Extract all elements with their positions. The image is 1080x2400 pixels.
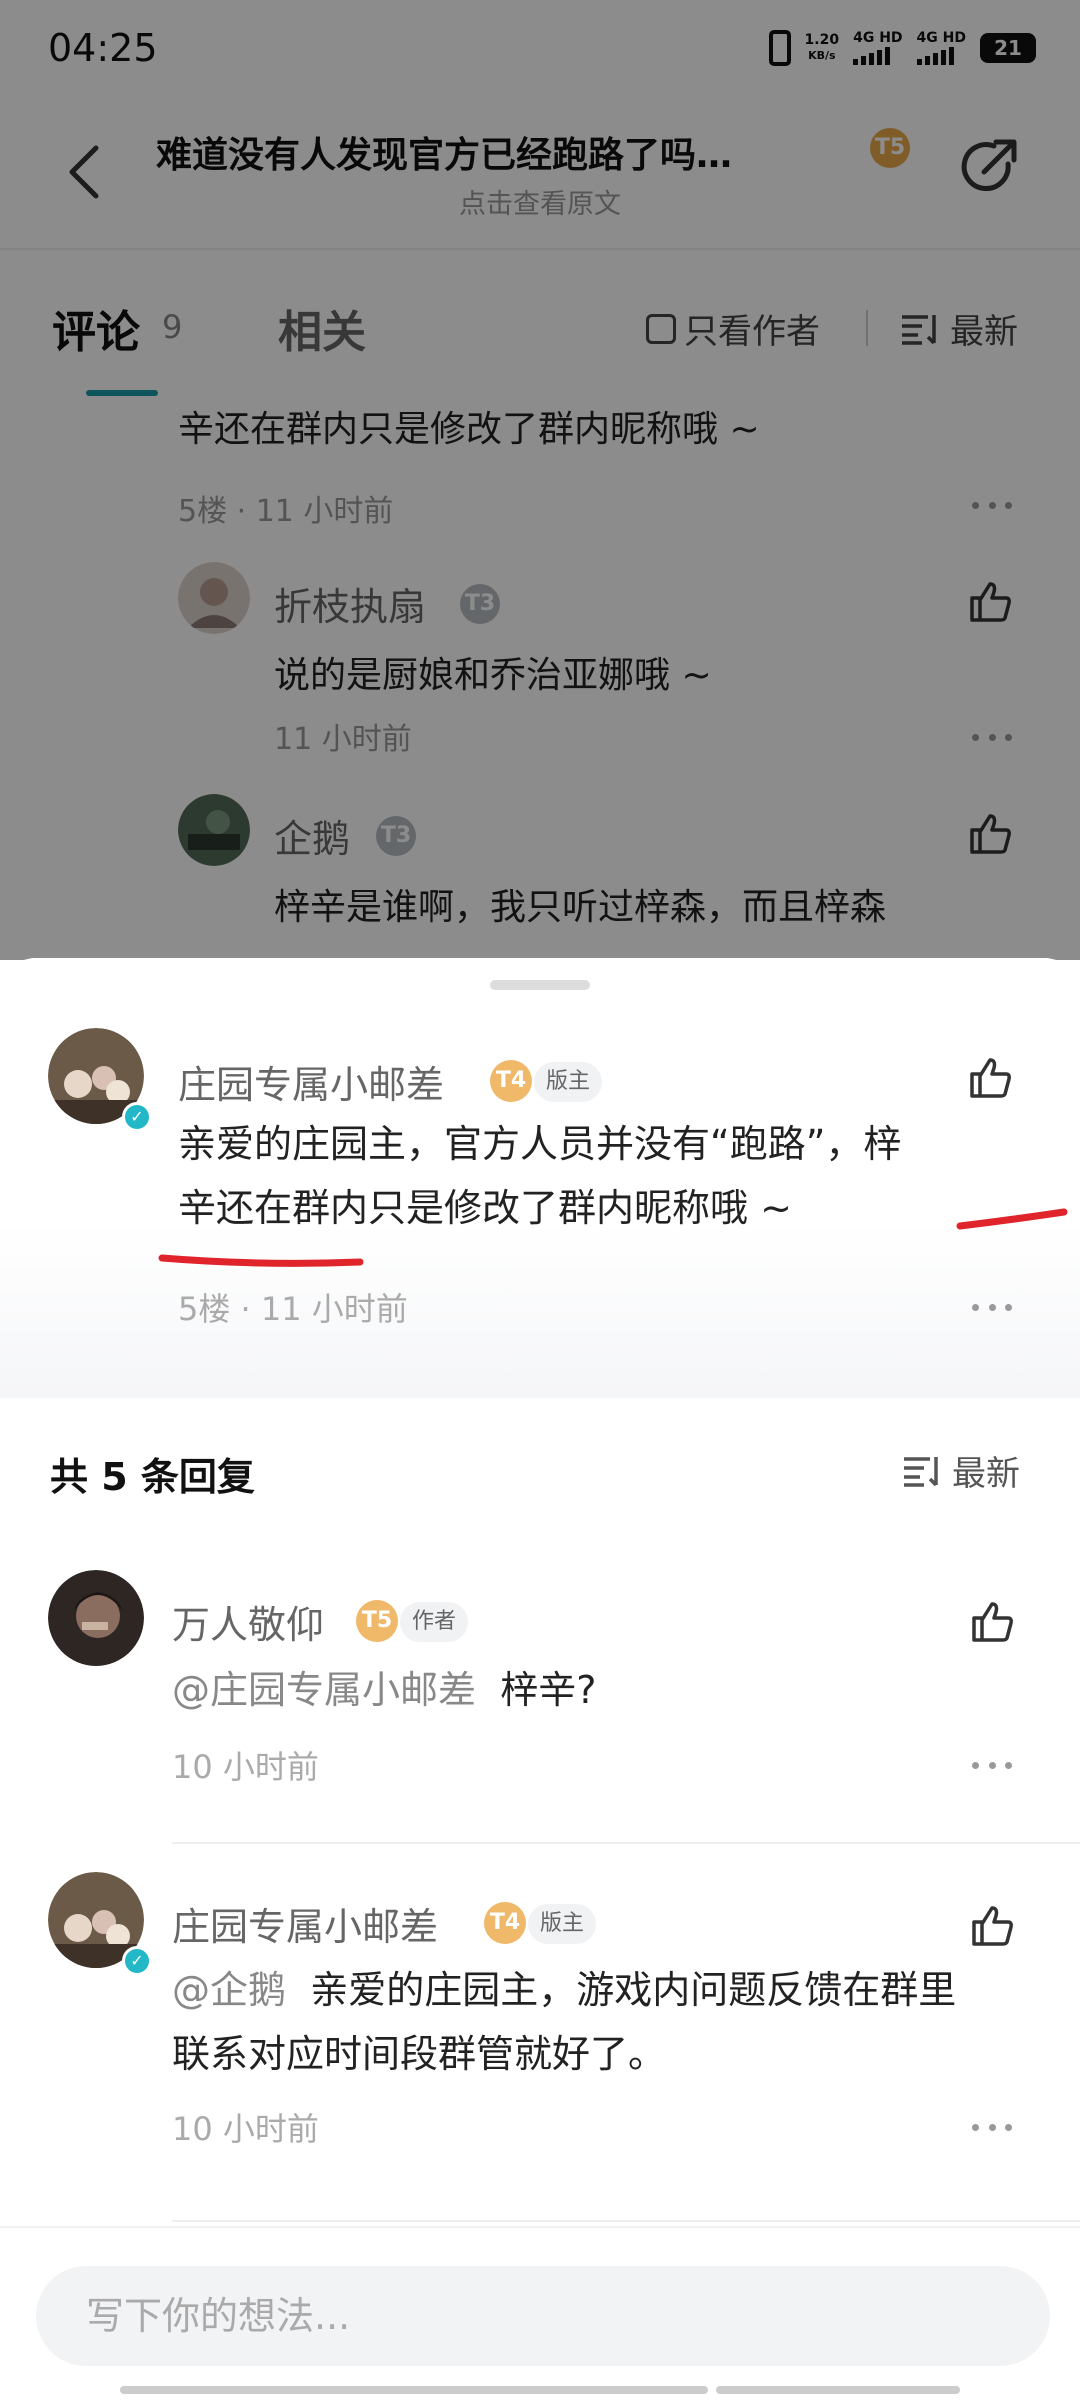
comment-text-line1: 亲爱的庄园主，官方人员并没有“跑路”，梓 <box>178 1122 902 1166</box>
sheet-drag-handle[interactable] <box>490 980 590 990</box>
more-icon[interactable] <box>972 1302 1012 1312</box>
username[interactable]: 庄园专属小邮差 <box>178 1054 444 1109</box>
main-comment: ✓ 庄园专属小邮差 T4 版主 亲爱的庄园主，官方人员并没有“跑路”，梓 辛还在… <box>0 958 1080 1398</box>
replies-count-heading: 共 5 条回复 <box>50 1455 255 1499</box>
sort-label: 最新 <box>952 1454 1020 1494</box>
nav-indicator <box>372 2386 708 2394</box>
comment-input[interactable] <box>36 2266 1050 2366</box>
level-badge: T4 <box>490 1060 532 1102</box>
avatar[interactable] <box>48 1570 144 1666</box>
reply-sheet: ✓ 庄园专属小邮差 T4 版主 亲爱的庄园主，官方人员并没有“跑路”，梓 辛还在… <box>0 958 1080 2400</box>
level-badge: T5 <box>356 1600 398 1642</box>
sort-button[interactable]: 最新 <box>902 1446 1020 1495</box>
like-icon[interactable] <box>968 1598 1016 1646</box>
role-tag: 作者 <box>400 1602 469 1642</box>
reply-text-line2: 联系对应时间段群管就好了。 <box>172 2032 667 2076</box>
divider <box>172 2220 1080 2222</box>
more-icon[interactable] <box>972 2122 1012 2132</box>
divider <box>172 1842 1080 1844</box>
username[interactable]: 庄园专属小邮差 <box>172 1896 438 1951</box>
comment-input-bar <box>0 2226 1080 2400</box>
verified-icon: ✓ <box>122 1102 152 1132</box>
role-tag: 版主 <box>534 1062 603 1102</box>
like-icon[interactable] <box>968 1902 1016 1950</box>
nav-indicator <box>716 2386 960 2394</box>
level-badge: T4 <box>484 1902 526 1944</box>
mention-link[interactable]: @庄园专属小邮差 <box>172 1668 476 1712</box>
reply-time: 10 小时前 <box>172 2110 319 2148</box>
username[interactable]: 万人敬仰 <box>172 1594 324 1649</box>
more-icon[interactable] <box>972 1760 1012 1770</box>
dim-overlay[interactable] <box>0 0 1080 960</box>
like-icon[interactable] <box>966 1054 1014 1102</box>
sort-icon <box>904 1456 938 1487</box>
reply-time: 10 小时前 <box>172 1748 319 1786</box>
mention-link[interactable]: @企鹅 <box>172 1968 286 2012</box>
comment-text-line2: 辛还在群内只是修改了群内昵称哦 ~ <box>178 1186 792 1230</box>
reply-text: @庄园专属小邮差 梓辛? <box>172 1668 597 1712</box>
role-tag: 版主 <box>528 1904 597 1944</box>
comment-floor-time: 5楼 · 11 小时前 <box>178 1290 408 1328</box>
verified-icon: ✓ <box>122 1946 152 1976</box>
reply-text-line1: @企鹅 亲爱的庄园主，游戏内问题反馈在群里 <box>172 1968 957 2012</box>
